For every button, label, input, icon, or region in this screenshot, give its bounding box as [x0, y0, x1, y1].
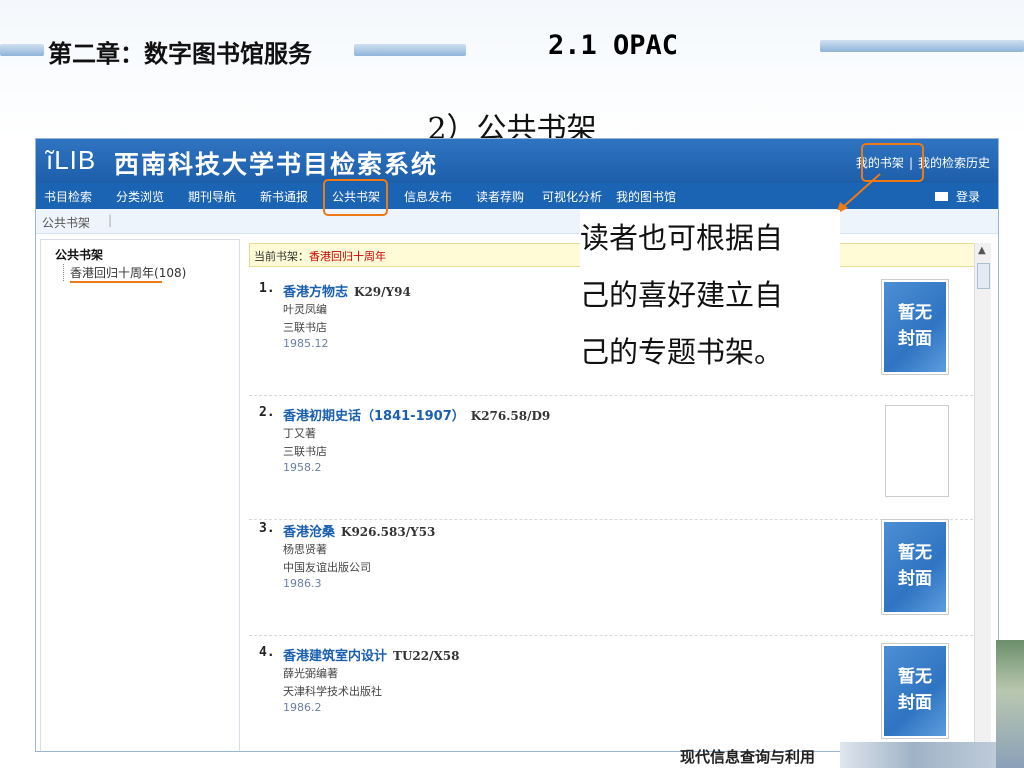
footer-side-photo — [996, 640, 1024, 768]
callout-line-1: 读者也可根据自 — [580, 221, 784, 255]
footer-course-title: 现代信息查询与利用 — [680, 748, 816, 766]
arrow-line — [841, 173, 881, 209]
annotation-arrow — [836, 173, 881, 214]
callout-line-3: 己的专题书架。 — [580, 335, 784, 369]
callout-line-2: 己的喜好建立自 — [580, 278, 784, 312]
annotation-callout: 读者也可根据自 己的喜好建立自 己的专题书架。 — [580, 210, 840, 381]
